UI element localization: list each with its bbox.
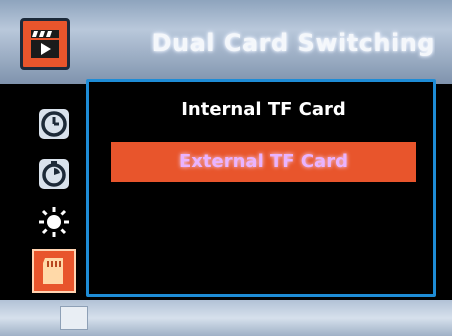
clock-icon: [39, 109, 69, 139]
header-bar: Dual Card Switching: [0, 0, 452, 84]
footer-bar: [0, 300, 452, 336]
option-external-tf-card[interactable]: External TF Card: [111, 142, 416, 182]
page-title: Dual Card Switching: [151, 29, 435, 57]
sidebar-item-timer[interactable]: [34, 154, 74, 194]
camera-menu-screen: Dual Card Switching Internal TF Card Ext…: [0, 0, 452, 336]
option-internal-tf-card[interactable]: Internal TF Card: [111, 90, 416, 130]
sidebar: [0, 84, 86, 299]
timer-icon: [39, 159, 69, 189]
sidebar-item-sd-card[interactable]: [32, 249, 76, 293]
sidebar-item-brightness[interactable]: [34, 202, 74, 242]
sidebar-item-clock[interactable]: [34, 104, 74, 144]
video-mode-icon[interactable]: [20, 18, 70, 70]
brightness-icon: [39, 207, 69, 237]
options-panel: Internal TF Card External TF Card: [86, 79, 436, 297]
sd-card-icon: [43, 258, 63, 284]
footer-indicator: [60, 306, 88, 330]
